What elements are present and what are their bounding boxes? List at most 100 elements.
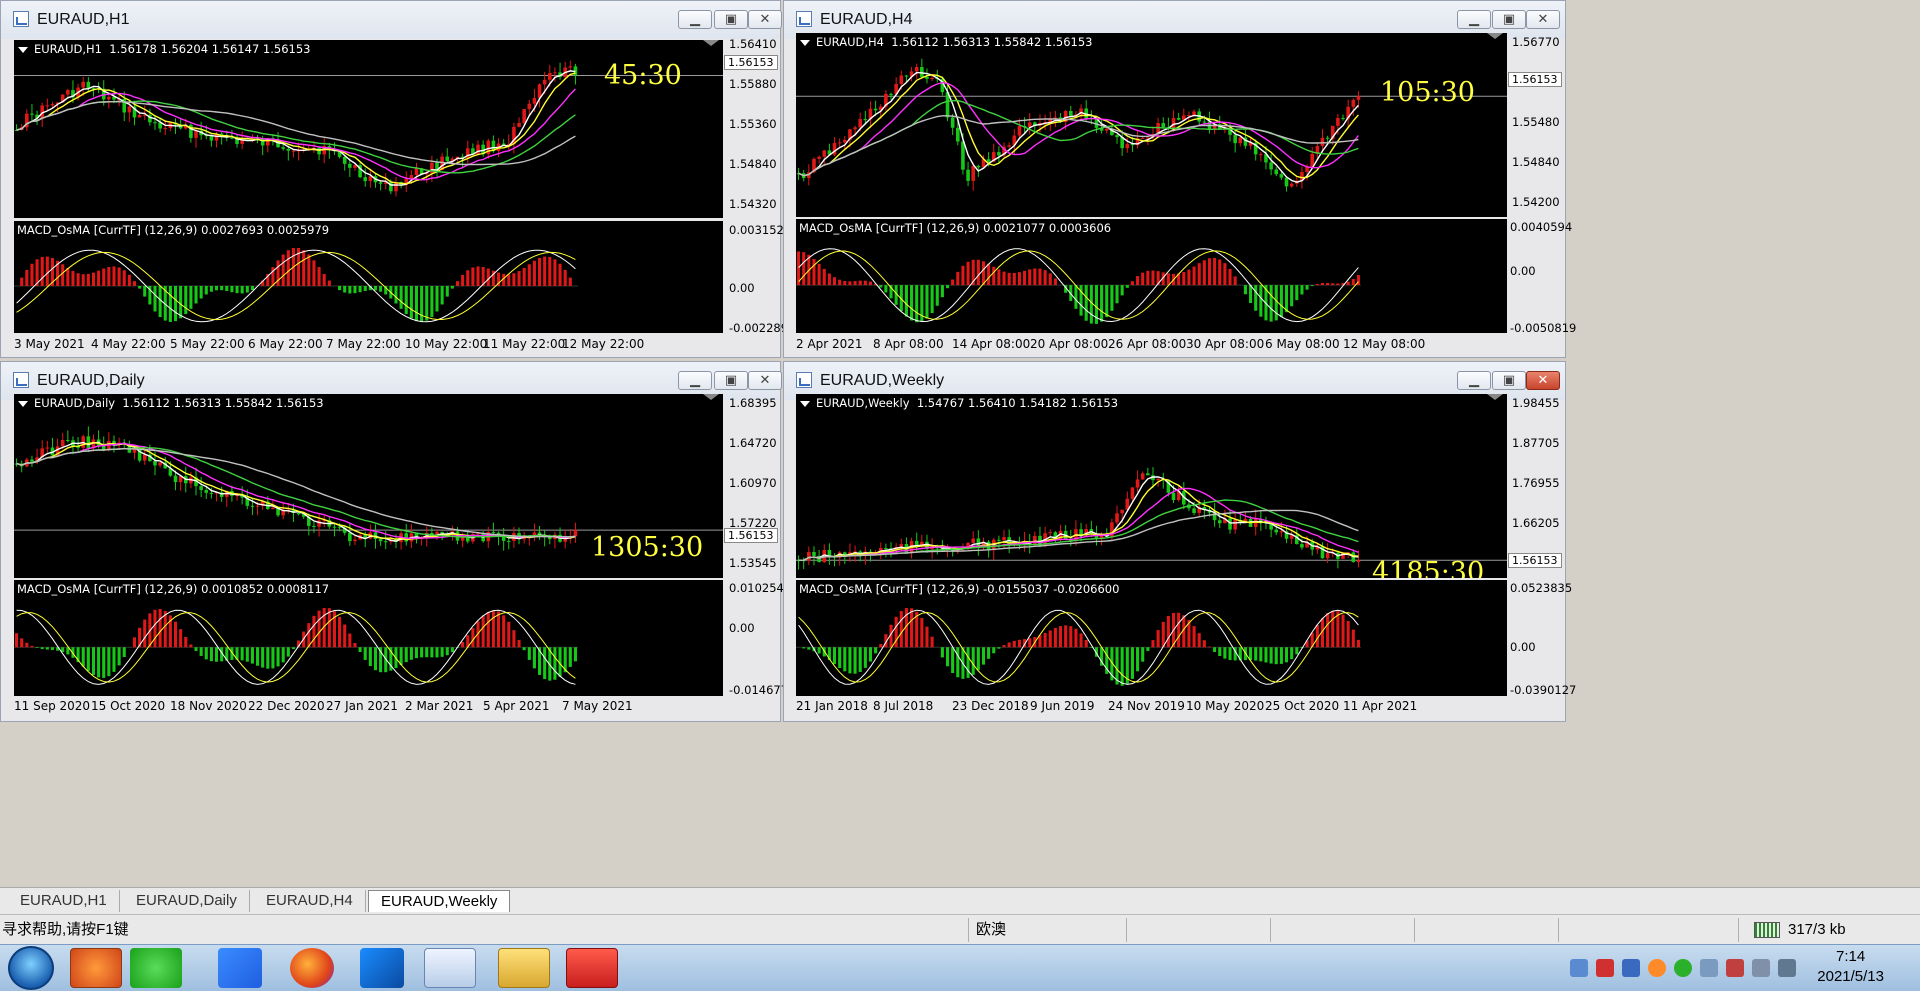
macd-panel[interactable]: MACD_OsMA [CurrTF] (12,26,9) 0.0010852 0…: [14, 580, 723, 696]
tab-euraud-weekly[interactable]: EURAUD,Weekly: [368, 890, 510, 912]
macd-histogram-bar: [1311, 285, 1314, 286]
bar-countdown: 1305:30: [591, 532, 703, 563]
candle-body: [476, 145, 480, 155]
wechat-icon[interactable]: [130, 948, 182, 988]
tray-volume-icon[interactable]: [1752, 959, 1770, 977]
candle-body: [874, 109, 878, 111]
tray-action-center-icon[interactable]: [1726, 959, 1744, 977]
tray-wechat-icon[interactable]: [1674, 959, 1692, 977]
macd-histogram-bar: [138, 286, 141, 289]
maximize-button[interactable]: ▣: [714, 10, 748, 29]
macd-histogram-bar: [1254, 285, 1257, 311]
metatrader-icon[interactable]: [424, 948, 476, 988]
taskbar-clock[interactable]: 7:14 2021/5/13: [1817, 947, 1884, 987]
chart-menu-arrow-icon[interactable]: [800, 401, 810, 407]
window-titlebar[interactable]: EURAUD,H1 ▁ ▣ ✕: [1, 1, 780, 39]
close-button[interactable]: ✕: [748, 10, 782, 29]
macd-histogram-bar: [528, 264, 531, 286]
date-tick: 27 Jan 2021: [326, 699, 398, 713]
macd-histogram-bar: [1213, 647, 1216, 652]
date-tick: 25 Oct 2020: [1265, 699, 1339, 713]
candle-body: [920, 67, 924, 77]
chart-menu-arrow-icon[interactable]: [800, 40, 810, 46]
maximize-button[interactable]: ▣: [1492, 371, 1526, 390]
tab-euraud-daily[interactable]: EURAUD,Daily: [124, 890, 250, 912]
macd-histogram-bar: [364, 286, 367, 291]
macd-tick: 0.00: [729, 621, 755, 635]
status-divider: [1270, 918, 1271, 942]
price-chart[interactable]: EURAUD,H1 1.56178 1.56204 1.56147 1.5615…: [14, 40, 723, 218]
macd-histogram-bar: [1336, 611, 1339, 647]
feishu-docs-icon[interactable]: [218, 948, 262, 988]
close-button[interactable]: ✕: [748, 371, 782, 390]
macd-histogram-bar: [859, 647, 862, 672]
macd-histogram-bar: [1049, 630, 1052, 647]
tray-shield-icon[interactable]: [1622, 959, 1640, 977]
macd-histogram-bar: [1208, 258, 1211, 285]
macd-histogram-bar: [543, 647, 546, 679]
candle-body: [1218, 520, 1222, 523]
firefox-icon[interactable]: [290, 948, 334, 988]
minimize-button[interactable]: ▁: [678, 371, 712, 390]
macd-panel[interactable]: MACD_OsMA [CurrTF] (12,26,9) 0.0027693 0…: [14, 221, 723, 333]
candle-body: [153, 122, 157, 123]
chart-window-h1[interactable]: EURAUD,H1 ▁ ▣ ✕ EURAUD,H1 1.56178 1.5620…: [0, 0, 781, 358]
close-button[interactable]: ✕: [1526, 10, 1560, 29]
price-tick: 1.55360: [729, 117, 777, 131]
macd-panel[interactable]: MACD_OsMA [CurrTF] (12,26,9) 0.0021077 0…: [796, 219, 1507, 333]
chart-window-h4[interactable]: EURAUD,H4 ▁ ▣ ✕ EURAUD,H4 1.56112 1.5631…: [783, 0, 1566, 358]
macd-histogram-bar: [241, 286, 244, 293]
app-orange-icon[interactable]: [70, 948, 122, 988]
candle-body: [1300, 544, 1304, 548]
macd-histogram-bar: [1326, 613, 1329, 647]
chart-window-daily[interactable]: EURAUD,Daily ▁ ▣ ✕ EURAUD,Daily 1.56112 …: [0, 361, 781, 722]
moving-average-line: [17, 73, 576, 184]
price-chart[interactable]: EURAUD,Weekly 1.54767 1.56410 1.54182 1.…: [796, 394, 1507, 578]
macd-histogram-bar: [807, 647, 810, 649]
candle-body: [971, 166, 975, 181]
macd-histogram-bar: [102, 269, 105, 286]
price-chart[interactable]: EURAUD,Daily 1.56112 1.56313 1.55842 1.5…: [14, 394, 723, 578]
maximize-button[interactable]: ▣: [714, 371, 748, 390]
candle-body: [292, 151, 296, 152]
macd-histogram-bar: [246, 647, 249, 661]
minimize-button[interactable]: ▁: [1457, 371, 1491, 390]
macd-histogram-bar: [82, 274, 85, 286]
macd-histogram-bar: [287, 647, 290, 656]
wps-icon[interactable]: [566, 948, 618, 988]
macd-histogram-bar: [925, 285, 928, 318]
chart-menu-arrow-icon[interactable]: [18, 401, 28, 407]
tray-wps-icon[interactable]: [1596, 959, 1614, 977]
tab-euraud-h4[interactable]: EURAUD,H4: [254, 890, 366, 912]
minimize-button[interactable]: ▁: [1457, 10, 1491, 29]
tab-euraud-h1[interactable]: EURAUD,H1: [8, 890, 120, 912]
macd-histogram-bar: [271, 647, 274, 668]
macd-histogram-bar: [941, 647, 944, 657]
maximize-button[interactable]: ▣: [1492, 10, 1526, 29]
macd-histogram-bar: [323, 274, 326, 286]
macd-histogram-bar: [869, 647, 872, 661]
file-explorer-icon[interactable]: [498, 948, 550, 988]
macd-histogram-bar: [987, 647, 990, 659]
close-button[interactable]: ✕: [1526, 371, 1560, 390]
date-tick: 26 Apr 08:00: [1108, 337, 1186, 351]
start-orb-icon[interactable]: [8, 946, 54, 990]
macd-histogram-bar: [194, 647, 197, 651]
macd-panel[interactable]: MACD_OsMA [CurrTF] (12,26,9) -0.0155037 …: [796, 580, 1507, 696]
tray-network-icon[interactable]: [1700, 959, 1718, 977]
tray-bluetooth-icon[interactable]: [1570, 959, 1588, 977]
tray-orange-icon[interactable]: [1648, 959, 1666, 977]
candle-body: [574, 530, 578, 536]
macd-histogram-bar: [471, 628, 474, 647]
macd-histogram-bar: [425, 647, 428, 657]
lark-icon[interactable]: [360, 948, 404, 988]
tray-signal-icon[interactable]: [1778, 959, 1796, 977]
macd-histogram-bar: [41, 257, 44, 286]
price-chart[interactable]: EURAUD,H4 1.56112 1.56313 1.55842 1.5615…: [796, 33, 1507, 217]
macd-histogram-bar: [961, 266, 964, 285]
chart-window-weekly[interactable]: EURAUD,Weekly ▁ ▣ ✕ EURAUD,Weekly 1.5476…: [783, 361, 1566, 722]
minimize-button[interactable]: ▁: [678, 10, 712, 29]
chart-menu-arrow-icon[interactable]: [18, 47, 28, 53]
macd-histogram-bar: [833, 277, 836, 285]
macd-histogram-bar: [1270, 285, 1273, 321]
